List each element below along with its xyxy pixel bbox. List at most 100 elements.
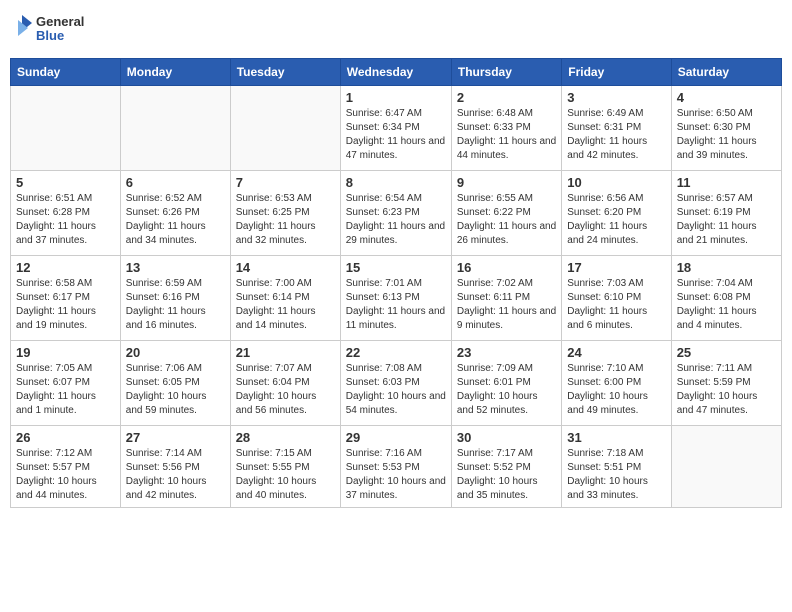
- day-number: 12: [16, 260, 115, 275]
- cell-daylight-info: Sunrise: 6:50 AMSunset: 6:30 PMDaylight:…: [677, 107, 776, 163]
- cell-content: 7Sunrise: 6:53 AMSunset: 6:25 PMDaylight…: [236, 175, 335, 248]
- cell-daylight-info: Sunrise: 7:03 AMSunset: 6:10 PMDaylight:…: [567, 277, 665, 333]
- cell-content: 14 Sunrise: 7:00 AMSunset: 6:14 PMDayligh…: [236, 260, 335, 333]
- cell-content: 19 Sunrise: 7:05 AMSunset: 6:07 PMDayligh…: [16, 345, 115, 418]
- calendar-cell: 15Sunrise: 7:01 AMSunset: 6:13 PMDayligh…: [340, 256, 451, 341]
- day-number: 29: [346, 430, 446, 445]
- cell-content: 4 Sunrise: 6:50 AMSunset: 6:30 PMDaylight…: [677, 90, 776, 163]
- calendar-cell: [671, 426, 781, 508]
- calendar-cell: 1Sunrise: 6:47 AMSunset: 6:34 PMDaylight…: [340, 86, 451, 171]
- day-number: 2: [457, 90, 556, 105]
- calendar-cell: 4 Sunrise: 6:50 AMSunset: 6:30 PMDaylight…: [671, 86, 781, 171]
- cell-content: 13Sunrise: 6:59 AMSunset: 6:16 PMDayligh…: [126, 260, 225, 333]
- calendar-cell: 13Sunrise: 6:59 AMSunset: 6:16 PMDayligh…: [120, 256, 230, 341]
- weekday-header-saturday: Saturday: [671, 59, 781, 86]
- cell-daylight-info: Sunrise: 6:49 AMSunset: 6:31 PMDaylight:…: [567, 107, 665, 163]
- day-number: 10: [567, 175, 665, 190]
- logo-svg: General Blue: [14, 10, 84, 50]
- day-number: 19: [16, 345, 115, 360]
- cell-content: 23 Sunrise: 7:09 AMSunset: 6:01 PMDayligh…: [457, 345, 556, 418]
- cell-daylight-info: Sunrise: 6:48 AMSunset: 6:33 PMDaylight:…: [457, 107, 556, 163]
- cell-content: 31Sunrise: 7:18 AMSunset: 5:51 PMDayligh…: [567, 430, 665, 503]
- cell-daylight-info: Sunrise: 7:02 AMSunset: 6:11 PMDaylight:…: [457, 277, 556, 333]
- cell-daylight-info: Sunrise: 7:15 AMSunset: 5:55 PMDaylight:…: [236, 447, 335, 503]
- cell-daylight-info: Sunrise: 6:52 AMSunset: 6:26 PMDaylight:…: [126, 192, 225, 248]
- day-number: 15: [346, 260, 446, 275]
- cell-daylight-info: Sunrise: 7:14 AMSunset: 5:56 PMDaylight:…: [126, 447, 225, 503]
- cell-content: 25Sunrise: 7:11 AMSunset: 5:59 PMDayligh…: [677, 345, 776, 418]
- cell-content: 16 Sunrise: 7:02 AMSunset: 6:11 PMDayligh…: [457, 260, 556, 333]
- svg-text:General: General: [36, 14, 84, 29]
- calendar-cell: 10Sunrise: 6:56 AMSunset: 6:20 PMDayligh…: [562, 171, 671, 256]
- cell-daylight-info: Sunrise: 6:47 AMSunset: 6:34 PMDaylight:…: [346, 107, 446, 163]
- cell-content: 1Sunrise: 6:47 AMSunset: 6:34 PMDaylight…: [346, 90, 446, 163]
- cell-content: 5 Sunrise: 6:51 AMSunset: 6:28 PMDaylight…: [16, 175, 115, 248]
- day-number: 16: [457, 260, 556, 275]
- calendar-cell: 11 Sunrise: 6:57 AMSunset: 6:19 PMDayligh…: [671, 171, 781, 256]
- calendar-cell: 6 Sunrise: 6:52 AMSunset: 6:26 PMDaylight…: [120, 171, 230, 256]
- cell-daylight-info: Sunrise: 6:55 AMSunset: 6:22 PMDaylight:…: [457, 192, 556, 248]
- day-number: 17: [567, 260, 665, 275]
- calendar-week-2: 5 Sunrise: 6:51 AMSunset: 6:28 PMDaylight…: [11, 171, 782, 256]
- calendar-week-3: 12 Sunrise: 6:58 AMSunset: 6:17 PMDayligh…: [11, 256, 782, 341]
- cell-daylight-info: Sunrise: 6:54 AMSunset: 6:23 PMDaylight:…: [346, 192, 446, 248]
- svg-text:Blue: Blue: [36, 28, 64, 43]
- calendar-cell: 22Sunrise: 7:08 AMSunset: 6:03 PMDayligh…: [340, 341, 451, 426]
- cell-daylight-info: Sunrise: 7:09 AMSunset: 6:01 PMDaylight:…: [457, 362, 556, 418]
- calendar-cell: 30 Sunrise: 7:17 AMSunset: 5:52 PMDayligh…: [451, 426, 561, 508]
- cell-content: 24Sunrise: 7:10 AMSunset: 6:00 PMDayligh…: [567, 345, 665, 418]
- day-number: 13: [126, 260, 225, 275]
- day-number: 14: [236, 260, 335, 275]
- cell-content: 20Sunrise: 7:06 AMSunset: 6:05 PMDayligh…: [126, 345, 225, 418]
- weekday-header-wednesday: Wednesday: [340, 59, 451, 86]
- calendar-week-4: 19 Sunrise: 7:05 AMSunset: 6:07 PMDayligh…: [11, 341, 782, 426]
- cell-daylight-info: Sunrise: 6:51 AMSunset: 6:28 PMDaylight:…: [16, 192, 115, 248]
- calendar-cell: 28Sunrise: 7:15 AMSunset: 5:55 PMDayligh…: [230, 426, 340, 508]
- day-number: 5: [16, 175, 115, 190]
- day-number: 18: [677, 260, 776, 275]
- calendar-cell: 3 Sunrise: 6:49 AMSunset: 6:31 PMDaylight…: [562, 86, 671, 171]
- calendar-table: SundayMondayTuesdayWednesdayThursdayFrid…: [10, 58, 782, 508]
- day-number: 26: [16, 430, 115, 445]
- cell-daylight-info: Sunrise: 7:18 AMSunset: 5:51 PMDaylight:…: [567, 447, 665, 503]
- cell-daylight-info: Sunrise: 7:00 AMSunset: 6:14 PMDaylight:…: [236, 277, 335, 333]
- cell-daylight-info: Sunrise: 7:12 AMSunset: 5:57 PMDaylight:…: [16, 447, 115, 503]
- calendar-cell: 9Sunrise: 6:55 AMSunset: 6:22 PMDaylight…: [451, 171, 561, 256]
- calendar-cell: 18Sunrise: 7:04 AMSunset: 6:08 PMDayligh…: [671, 256, 781, 341]
- day-number: 4: [677, 90, 776, 105]
- calendar-cell: 2 Sunrise: 6:48 AMSunset: 6:33 PMDaylight…: [451, 86, 561, 171]
- cell-content: 18Sunrise: 7:04 AMSunset: 6:08 PMDayligh…: [677, 260, 776, 333]
- cell-content: 6 Sunrise: 6:52 AMSunset: 6:26 PMDaylight…: [126, 175, 225, 248]
- day-number: 23: [457, 345, 556, 360]
- day-number: 27: [126, 430, 225, 445]
- calendar-cell: 12 Sunrise: 6:58 AMSunset: 6:17 PMDayligh…: [11, 256, 121, 341]
- day-number: 6: [126, 175, 225, 190]
- day-number: 20: [126, 345, 225, 360]
- day-number: 3: [567, 90, 665, 105]
- day-number: 11: [677, 175, 776, 190]
- calendar-cell: 24Sunrise: 7:10 AMSunset: 6:00 PMDayligh…: [562, 341, 671, 426]
- cell-daylight-info: Sunrise: 6:57 AMSunset: 6:19 PMDaylight:…: [677, 192, 776, 248]
- calendar-header-row: SundayMondayTuesdayWednesdayThursdayFrid…: [11, 59, 782, 86]
- calendar-cell: 23 Sunrise: 7:09 AMSunset: 6:01 PMDayligh…: [451, 341, 561, 426]
- calendar-cell: 31Sunrise: 7:18 AMSunset: 5:51 PMDayligh…: [562, 426, 671, 508]
- cell-content: 10Sunrise: 6:56 AMSunset: 6:20 PMDayligh…: [567, 175, 665, 248]
- calendar-cell: 29Sunrise: 7:16 AMSunset: 5:53 PMDayligh…: [340, 426, 451, 508]
- cell-daylight-info: Sunrise: 7:05 AMSunset: 6:07 PMDaylight:…: [16, 362, 115, 418]
- cell-daylight-info: Sunrise: 7:11 AMSunset: 5:59 PMDaylight:…: [677, 362, 776, 418]
- calendar-week-1: 1Sunrise: 6:47 AMSunset: 6:34 PMDaylight…: [11, 86, 782, 171]
- cell-content: 12 Sunrise: 6:58 AMSunset: 6:17 PMDayligh…: [16, 260, 115, 333]
- day-number: 7: [236, 175, 335, 190]
- weekday-header-tuesday: Tuesday: [230, 59, 340, 86]
- day-number: 30: [457, 430, 556, 445]
- calendar-cell: 8Sunrise: 6:54 AMSunset: 6:23 PMDaylight…: [340, 171, 451, 256]
- calendar-week-5: 26 Sunrise: 7:12 AMSunset: 5:57 PMDayligh…: [11, 426, 782, 508]
- cell-daylight-info: Sunrise: 6:58 AMSunset: 6:17 PMDaylight:…: [16, 277, 115, 333]
- weekday-header-friday: Friday: [562, 59, 671, 86]
- calendar-cell: [120, 86, 230, 171]
- cell-content: 26 Sunrise: 7:12 AMSunset: 5:57 PMDayligh…: [16, 430, 115, 503]
- calendar-cell: 26 Sunrise: 7:12 AMSunset: 5:57 PMDayligh…: [11, 426, 121, 508]
- calendar-cell: 5 Sunrise: 6:51 AMSunset: 6:28 PMDaylight…: [11, 171, 121, 256]
- cell-daylight-info: Sunrise: 7:17 AMSunset: 5:52 PMDaylight:…: [457, 447, 556, 503]
- day-number: 21: [236, 345, 335, 360]
